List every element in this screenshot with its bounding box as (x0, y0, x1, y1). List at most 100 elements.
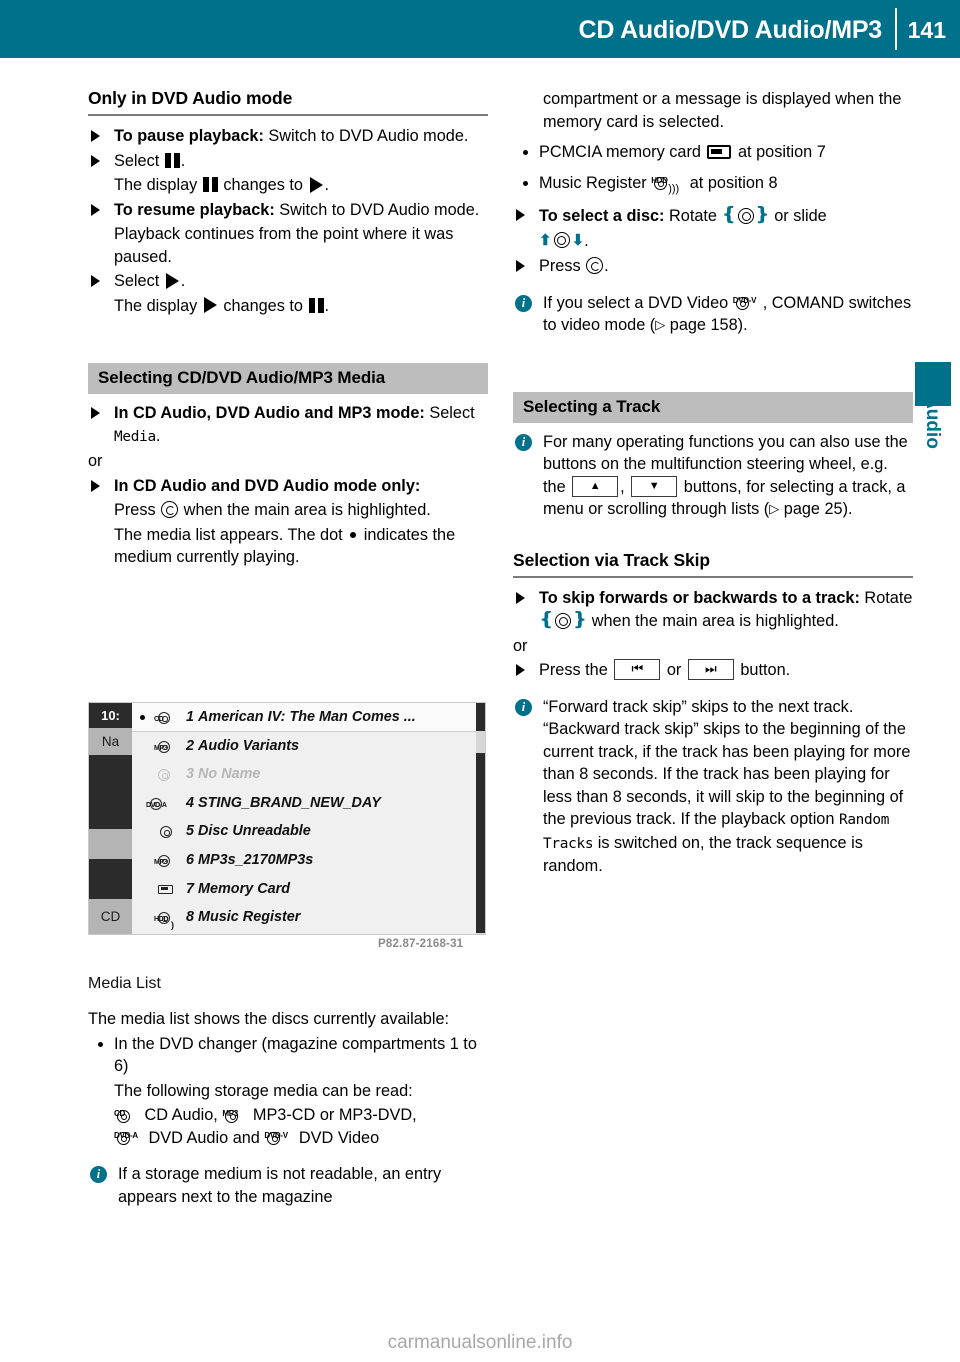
comand-nav-button[interactable]: Na (89, 728, 132, 755)
list-item[interactable]: 7 Memory Card (132, 875, 476, 904)
step-select-media: In CD Audio, DVD Audio and MP3 mode: Sel… (88, 402, 488, 448)
list-item-title: American IV: The Man Comes ... (198, 709, 416, 725)
mp3-icon: MP3 (222, 1106, 248, 1124)
result-text-c: . (324, 296, 330, 315)
list-item-number: 8 (186, 909, 195, 926)
note-text-a: “Forward track skip” skips to the next t… (543, 697, 911, 829)
comand-media-list-screenshot: 10: Na CD CD 1 American IV: The Man Come… (88, 702, 486, 935)
step-label: To resume playback: (114, 200, 275, 219)
step-cd-dvd-only-line1: Press when the main area is highlighted. (88, 499, 488, 522)
list-item-title: MP3s_2170MP3s (198, 851, 314, 868)
line-text-a: Press (114, 501, 161, 519)
dvd-audio-label: DVD Audio and (144, 1128, 265, 1147)
list-item-title: Audio Variants (198, 737, 300, 754)
mfsw-up-button[interactable]: ▲ (572, 475, 619, 497)
step-arrow-icon (516, 591, 525, 604)
comand-sidebar-block-3 (89, 859, 132, 899)
storage-media-types: CD CD Audio, MP3 MP3-CD or MP3-DVD, DVD-… (88, 1104, 488, 1149)
note-multifunction-steering-wheel: i For many operating functions you can a… (513, 431, 913, 522)
bullet-text-a: Music Register (539, 173, 652, 192)
comand-sidebar-block-2 (89, 829, 132, 859)
right-column: compartment or a message is displayed wh… (513, 88, 913, 884)
step-label: To pause playback: (114, 127, 264, 145)
scrollbar-thumb-top[interactable] (476, 703, 485, 731)
info-icon: i (515, 698, 532, 716)
comand-status-time: 10: (89, 703, 132, 728)
scrollbar-thumb[interactable] (476, 753, 485, 933)
step-press-controller: Press . (513, 255, 913, 278)
list-item[interactable]: DVD-A 4 STING_BRAND_NEW_DAY (132, 789, 476, 818)
memory-card-icon (158, 884, 173, 894)
pause-icon (308, 297, 325, 313)
list-item[interactable]: 5 Disc Unreadable (132, 817, 476, 846)
step-arrow-icon (91, 407, 100, 419)
comand-cd-button[interactable]: CD (89, 899, 132, 934)
comand-rotate-icon: ❴ ❵ (721, 204, 770, 224)
next-track-button[interactable]: ⏭ (687, 659, 734, 681)
ui-string-media: Media (114, 428, 156, 445)
step-select-pause: Select . (88, 150, 488, 173)
comand-scrollbar[interactable] (476, 703, 485, 934)
list-item[interactable]: HDD) 8 Music Register (132, 903, 476, 932)
play-icon (309, 176, 323, 193)
step-text: Select (424, 404, 475, 422)
step-text-end: . (155, 426, 161, 445)
list-item-title: No Name (198, 766, 261, 783)
bullet-dot-icon (98, 1041, 103, 1047)
step-arrow-icon (516, 209, 525, 221)
list-item[interactable]: MP3 6 MP3s_2170MP3s (132, 846, 476, 875)
bullet-dot-icon (523, 150, 528, 155)
list-item-title: Music Register (198, 909, 301, 926)
section-title-dvd-audio-mode: Only in DVD Audio mode (88, 88, 488, 116)
step-label: In CD Audio and DVD Audio mode only: (114, 476, 421, 495)
pause-icon (164, 152, 181, 168)
step-text: Select (114, 272, 164, 290)
comand-media-list[interactable]: CD 1 American IV: The Man Comes ... MP3 … (132, 703, 476, 934)
step-resume-playback-result: Playback continues from the point where … (114, 225, 454, 266)
page-number: 141 (907, 17, 946, 43)
storage-media-intro: The following storage media can be read: (114, 1081, 413, 1100)
step-text: Switch to DVD Audio mode. (274, 200, 480, 219)
play-icon (165, 272, 179, 289)
comand-sidebar: 10: Na CD (89, 703, 132, 934)
step-text-mid: or (662, 661, 686, 679)
hdd-music-register-icon: HDD) (154, 908, 176, 930)
figure-caption: Media List (88, 975, 161, 992)
list-item-number: 2 (186, 737, 195, 754)
side-tab-label: Audio (922, 395, 943, 449)
mfsw-down-button[interactable]: ▼ (631, 475, 678, 497)
list-item[interactable]: 3 No Name (132, 760, 476, 789)
left-column: Only in DVD Audio mode To pause playback… (88, 88, 488, 571)
step-select-disc: To select a disc: Rotate ❴ ❵ or slide (513, 204, 913, 228)
step-text-a: Press the (539, 661, 613, 679)
list-item[interactable]: MP3 2 Audio Variants (132, 732, 476, 761)
step-select-pause-result: The display changes to . (88, 174, 488, 197)
step-arrow-icon (516, 260, 525, 272)
or-separator: or (513, 636, 528, 655)
step-arrow-icon (516, 664, 525, 676)
result-text-b: changes to (218, 176, 308, 194)
mp3-disc-icon: MP3 (154, 851, 176, 871)
step-arrow-icon (91, 479, 100, 492)
step-cd-dvd-only: In CD Audio and DVD Audio mode only: (88, 475, 488, 498)
note-continuation: compartment or a message is displayed wh… (543, 90, 902, 131)
note-text: If a storage medium is not readable, an … (118, 1165, 442, 1206)
note-page-ref: page 158). (665, 316, 748, 334)
step-text-a: Press (539, 257, 586, 275)
step-label: In CD Audio, DVD Audio and MP3 mode: (114, 404, 425, 422)
comand-rotate-icon: ❴ ❵ (539, 609, 588, 629)
list-item-number: 5 (186, 823, 195, 840)
bullet-text-b: at position 8 (685, 173, 778, 192)
step-arrow-icon (91, 130, 100, 142)
result-text-c: . (324, 176, 330, 194)
step-text-b: button. (735, 661, 791, 679)
mp3-label: MP3-CD or MP3-DVD, (248, 1106, 417, 1124)
list-item[interactable]: CD 1 American IV: The Man Comes ... (132, 703, 476, 732)
page-header-title: CD Audio/DVD Audio/MP3 (578, 16, 883, 44)
page-ref-icon: ▷ (769, 501, 780, 516)
previous-track-button[interactable]: ⏮ (614, 659, 661, 681)
cd-disc-icon: CD (154, 708, 176, 728)
step-text: Switch to DVD Audio mode. (263, 127, 469, 145)
unreadable-disc-icon (160, 826, 172, 839)
page-ref-icon: ▷ (655, 317, 666, 332)
